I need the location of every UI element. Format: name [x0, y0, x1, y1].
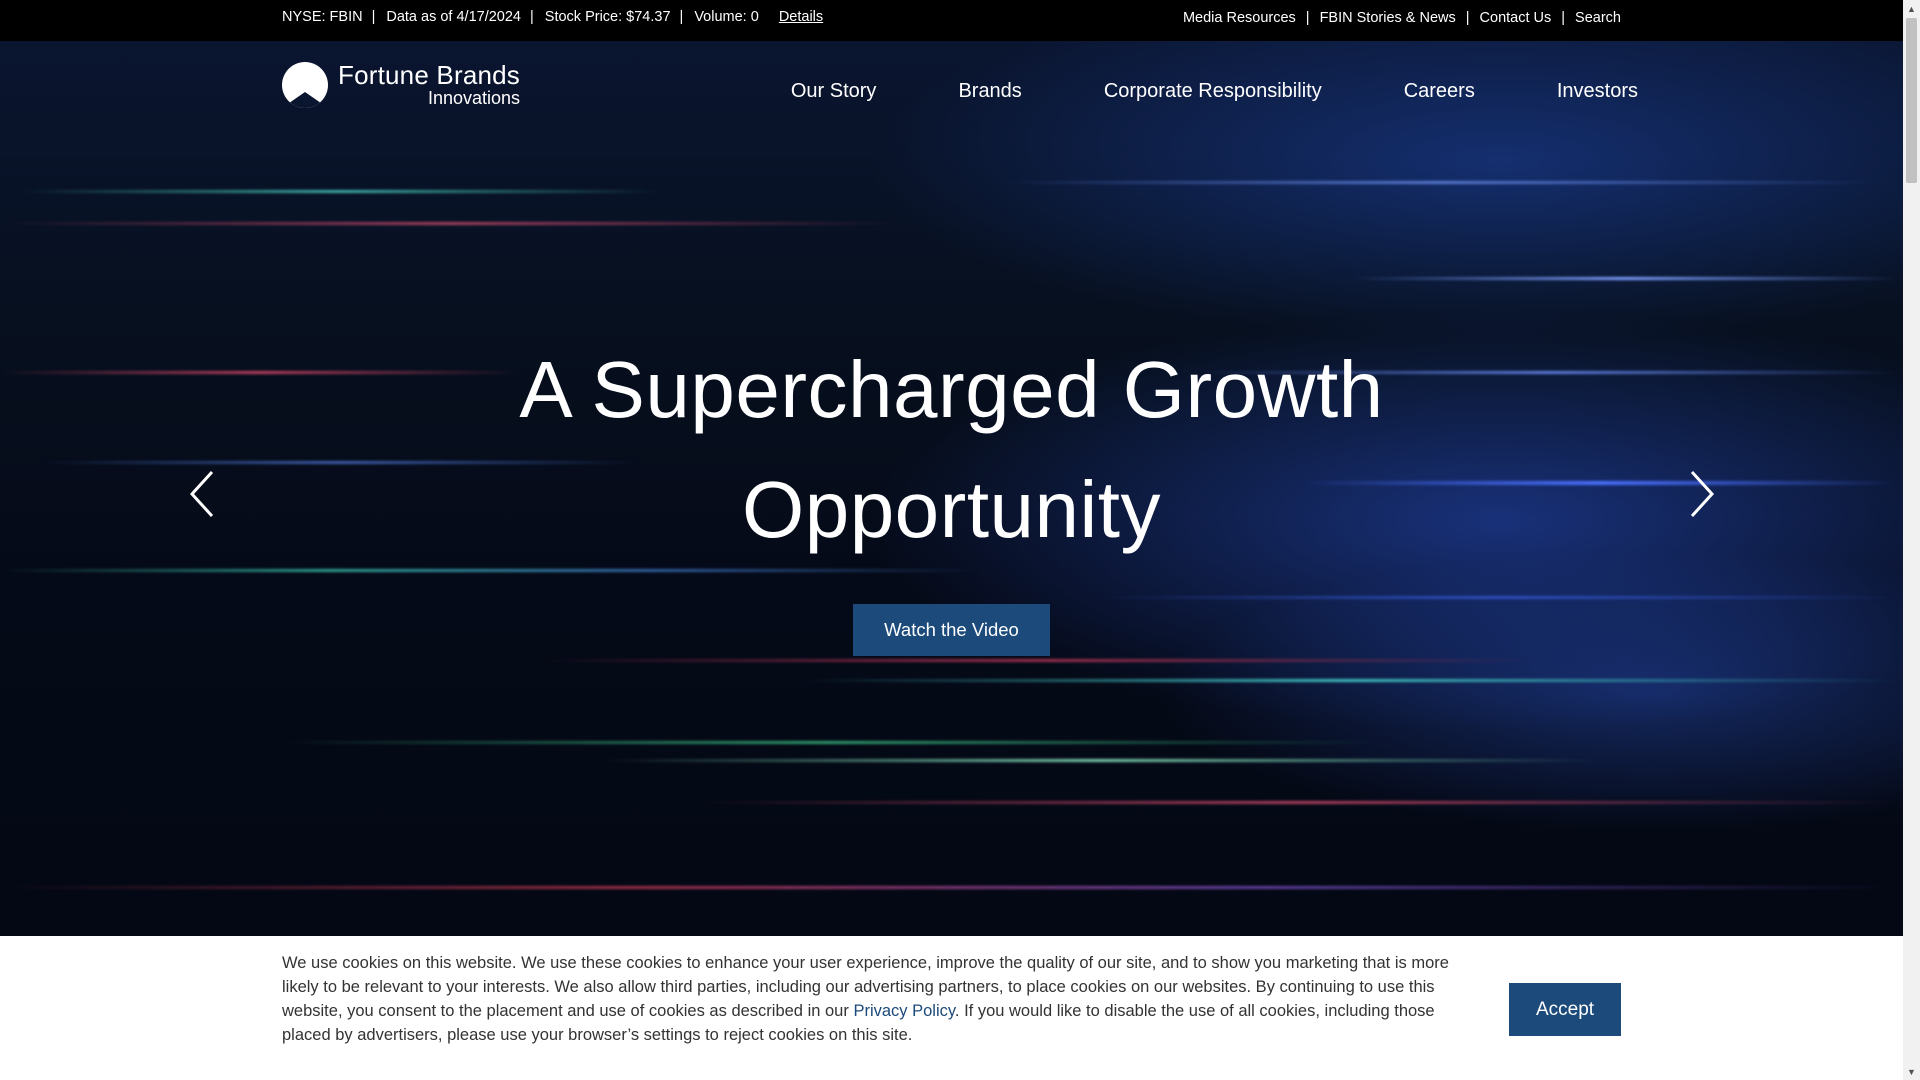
media-resources-link[interactable]: Media Resources: [1183, 10, 1296, 26]
decorative-streak: [280, 741, 1380, 744]
decorative-streak: [0, 222, 900, 225]
ticker-exchange: NYSE: FBIN: [282, 9, 363, 25]
hero-headline: A Supercharged Growth Opportunity: [0, 330, 1903, 570]
decorative-streak: [1350, 277, 1900, 280]
scrollbar[interactable]: ▲ ▼: [1903, 0, 1920, 1080]
decorative-streak: [0, 886, 1900, 889]
separator: |: [1465, 10, 1470, 26]
watch-video-button[interactable]: Watch the Video: [853, 604, 1050, 656]
scroll-thumb[interactable]: [1906, 18, 1917, 183]
ticker-price: Stock Price: $74.37: [544, 9, 671, 25]
separator: |: [1561, 10, 1566, 26]
logo-text: Fortune Brands Innovations: [338, 62, 520, 107]
ticker-details-link[interactable]: Details: [779, 9, 823, 25]
decorative-streak: [540, 659, 1540, 662]
decorative-streak: [1000, 181, 1880, 184]
nav-our-story[interactable]: Our Story: [791, 80, 877, 103]
utility-bar: NYSE: FBIN | Data as of 4/17/2024 | Stoc…: [0, 0, 1903, 41]
logo-title: Fortune Brands: [338, 60, 521, 90]
nav-brands[interactable]: Brands: [958, 80, 1021, 103]
logo-subtitle: Innovations: [427, 88, 521, 108]
fortune-brands-logo-icon: [282, 62, 328, 108]
ticker-volume: Volume: 0: [694, 9, 759, 25]
cookie-message: We use cookies on this website. We use t…: [282, 951, 1482, 1047]
utility-links: Media Resources | FBIN Stories & News | …: [1183, 10, 1621, 26]
nav-corporate-responsibility[interactable]: Corporate Responsibility: [1104, 80, 1322, 103]
logo[interactable]: Fortune Brands Innovations: [282, 62, 522, 114]
cookie-banner: We use cookies on this website. We use t…: [0, 936, 1903, 1080]
carousel-prev-button[interactable]: [184, 468, 224, 520]
ticker-date: Data as of 4/17/2024: [386, 9, 521, 25]
stock-ticker: NYSE: FBIN | Data as of 4/17/2024 | Stoc…: [282, 9, 823, 25]
nav-investors[interactable]: Investors: [1557, 80, 1638, 103]
decorative-streak: [600, 759, 1600, 762]
privacy-policy-link[interactable]: Privacy Policy: [853, 1002, 954, 1020]
decorative-streak: [20, 190, 660, 193]
nav-careers[interactable]: Careers: [1404, 80, 1475, 103]
contact-us-link[interactable]: Contact Us: [1480, 10, 1552, 26]
search-link[interactable]: Search: [1575, 10, 1621, 26]
stories-news-link[interactable]: FBIN Stories & News: [1320, 10, 1456, 26]
separator: |: [679, 9, 684, 25]
headline-line-1: A Supercharged Growth: [519, 345, 1384, 434]
chevron-right-icon: [1690, 470, 1715, 518]
carousel-next-button[interactable]: [1680, 468, 1720, 520]
separator: |: [1305, 10, 1310, 26]
scroll-up-arrow-icon[interactable]: ▲: [1903, 0, 1920, 17]
accept-cookies-button[interactable]: Accept: [1509, 983, 1621, 1036]
decorative-streak: [1100, 596, 1900, 599]
headline-line-2: Opportunity: [741, 465, 1162, 554]
chevron-left-icon: [189, 470, 214, 518]
decorative-streak: [700, 801, 1900, 804]
decorative-streak: [800, 679, 1900, 682]
separator: |: [371, 9, 376, 25]
main-nav: Our Story Brands Corporate Responsibilit…: [709, 80, 1638, 103]
scroll-down-arrow-icon[interactable]: ▼: [1903, 1063, 1920, 1080]
separator: |: [530, 9, 534, 25]
